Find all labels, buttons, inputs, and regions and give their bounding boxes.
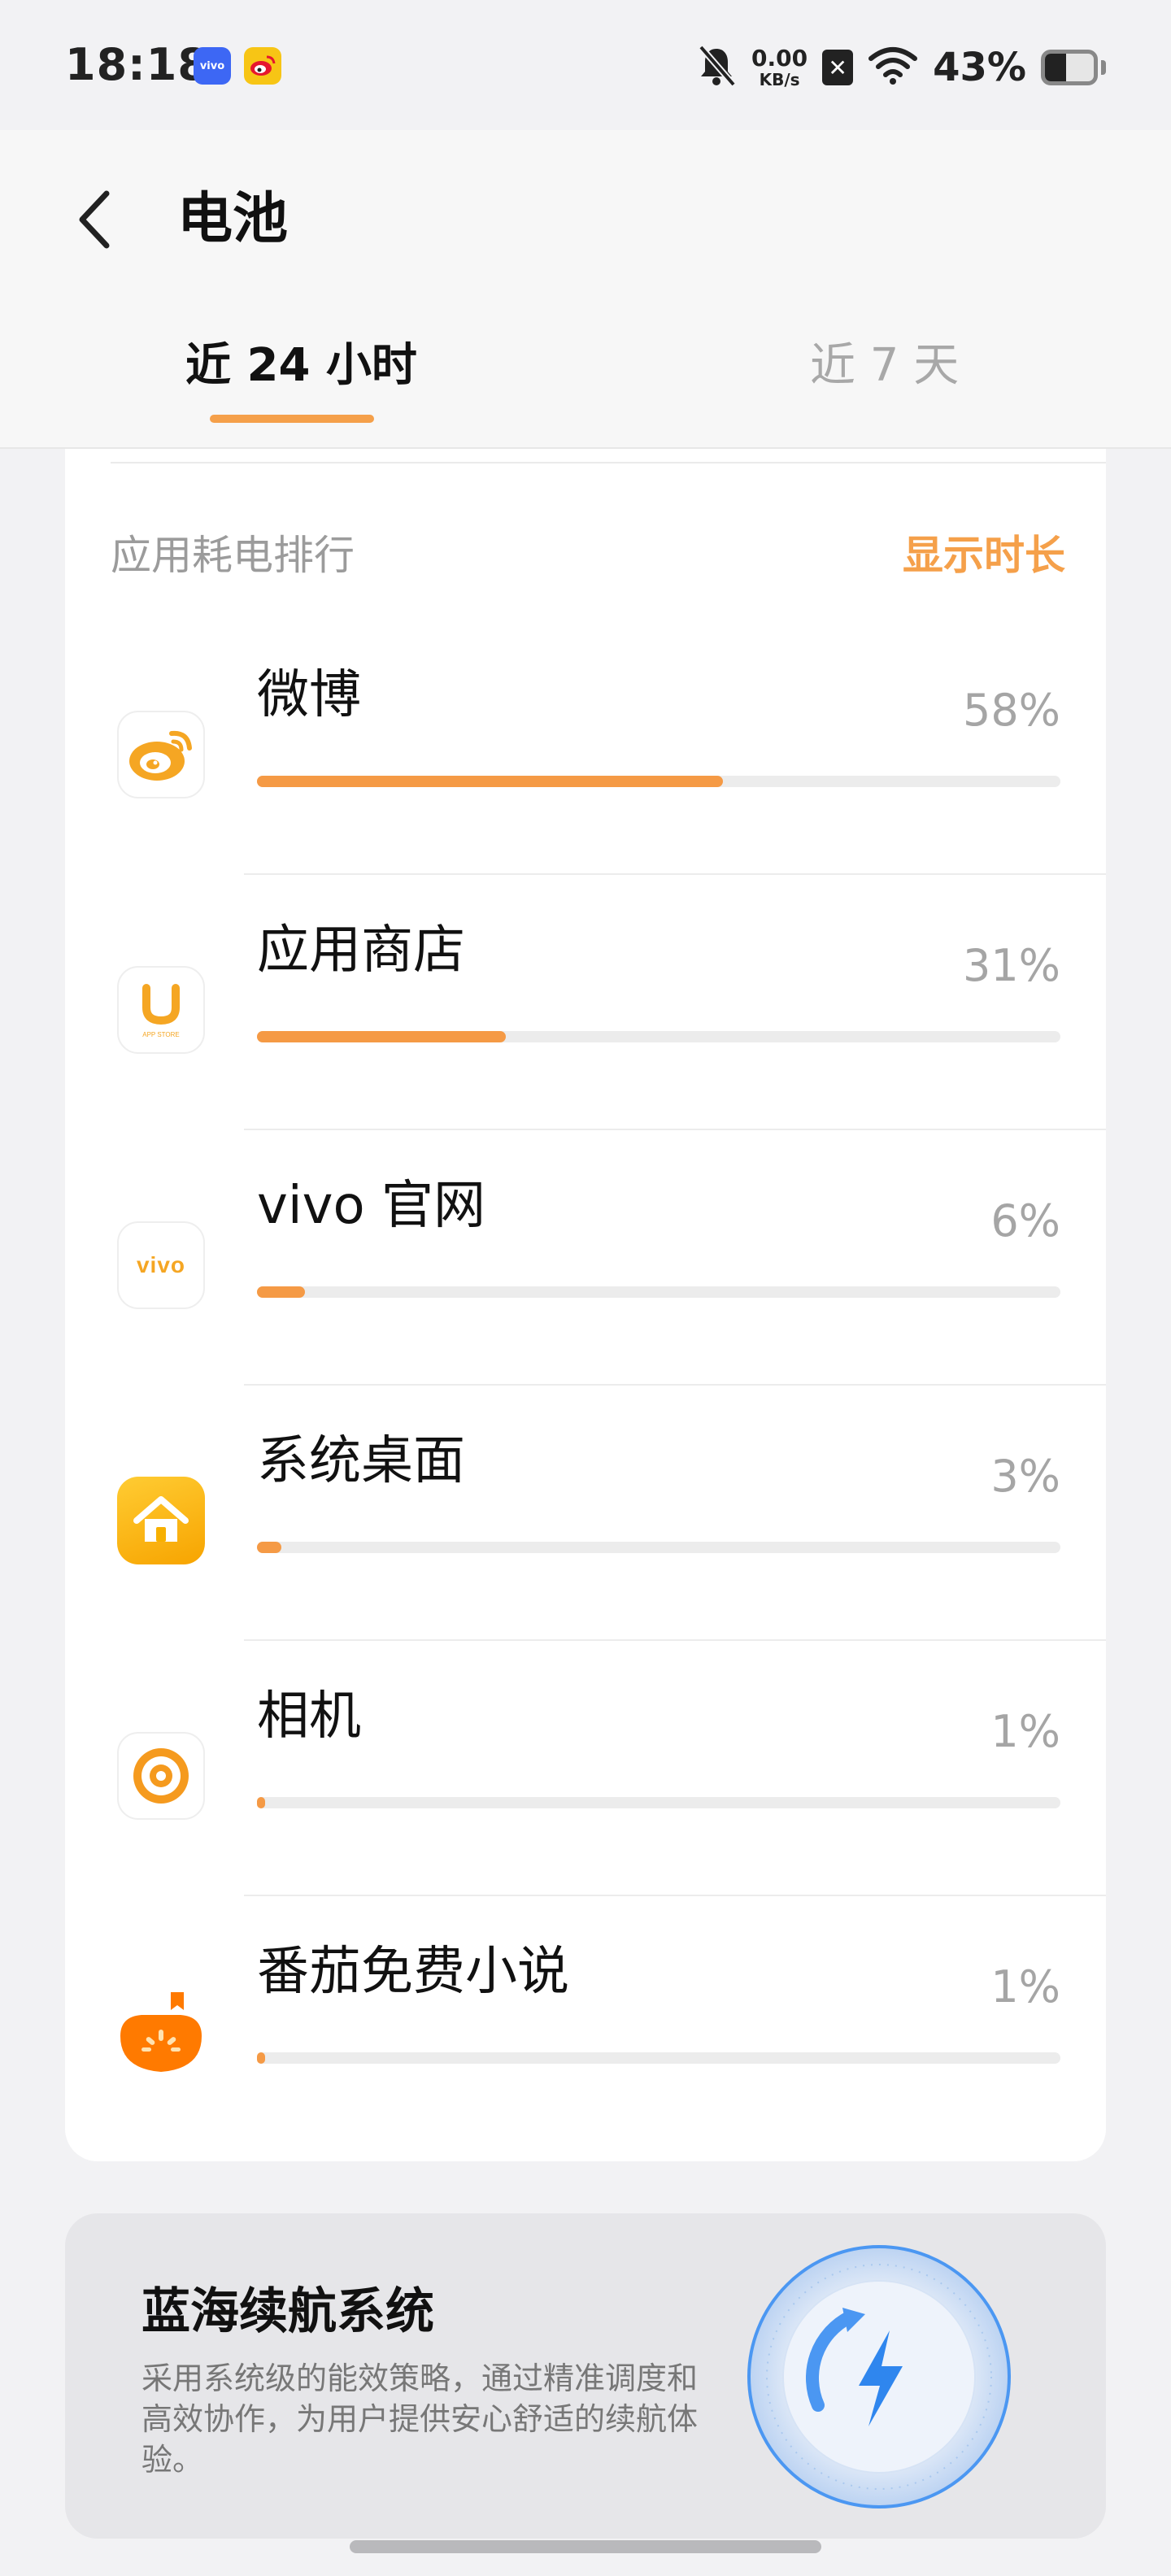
status-icons: 0.00 KB/s ✕ 43%	[696, 39, 1106, 96]
battery-icon	[1041, 50, 1098, 85]
usage-bar-fill	[257, 2052, 265, 2064]
battery-cap	[1101, 60, 1106, 75]
app-name: 番茄免费小说	[257, 1942, 569, 2002]
usage-bar-fill	[257, 1797, 265, 1808]
tab-24-hours[interactable]: 近 24 小时	[185, 333, 417, 398]
usage-bar	[257, 1542, 1060, 1553]
tomato-novel-icon	[117, 1987, 205, 2075]
ranking-title: 应用耗电排行	[111, 532, 355, 579]
vivo-notification-label: vivo	[199, 59, 225, 72]
usage-bar	[257, 1797, 1060, 1808]
home-icon	[117, 1477, 205, 1564]
promo-description: 采用系统级的能效策略，通过精准调度和高效协作，为用户提供安心舒适的续航体验。	[141, 2361, 699, 2478]
app-store-icon: APP STORE	[117, 966, 205, 1054]
page-header: 电池 近 24 小时 近 7 天	[0, 130, 1171, 449]
app-store-icon-text: APP STORE	[142, 1031, 180, 1038]
app-row-camera[interactable]: 相机 1%	[65, 1639, 1106, 1895]
vivo-icon-text: vivo	[136, 1252, 186, 1277]
usage-bar-fill	[257, 1031, 507, 1042]
back-button[interactable]	[62, 179, 127, 260]
vivo-notification-icon: vivo	[194, 47, 231, 85]
app-name: 微博	[257, 665, 361, 725]
app-name: vivo 官网	[257, 1176, 486, 1236]
network-speed: 0.00 KB/s	[751, 45, 808, 89]
app-percent: 3%	[990, 1451, 1060, 1502]
divider	[111, 462, 1106, 463]
usage-bar-fill	[257, 1542, 281, 1553]
active-tab-indicator	[210, 415, 374, 423]
app-percent: 1%	[990, 1961, 1060, 2012]
app-name: 系统桌面	[257, 1431, 465, 1491]
app-percent: 6%	[990, 1195, 1060, 1247]
usage-bar	[257, 1031, 1060, 1042]
promo-title: 蓝海续航系统	[141, 2283, 434, 2340]
app-row-system-launcher[interactable]: 系统桌面 3%	[65, 1384, 1106, 1639]
usage-bar	[257, 1286, 1060, 1298]
status-bar: 18:18 vivo 0.00 KB/s ✕ 43%	[0, 0, 1171, 130]
divider	[244, 1895, 1106, 1896]
wifi-icon	[868, 46, 918, 89]
weibo-notification-icon	[244, 47, 281, 85]
battery-percent: 43%	[933, 45, 1026, 90]
usage-bar	[257, 2052, 1060, 2064]
network-speed-value: 0.00	[751, 45, 808, 72]
app-name: 应用商店	[257, 920, 465, 981]
show-duration-button[interactable]: 显示时长	[903, 527, 1065, 584]
divider	[244, 1639, 1106, 1641]
mute-bell-icon	[696, 44, 737, 91]
blue-ocean-battery-card[interactable]: 蓝海续航系统 采用系统级的能效策略，通过精准调度和高效协作，为用户提供安心舒适的…	[65, 2213, 1106, 2539]
app-row-weibo[interactable]: 微博 58%	[65, 618, 1106, 873]
no-sim-icon: ✕	[822, 50, 854, 85]
divider	[244, 1129, 1106, 1130]
vivo-icon: vivo	[117, 1221, 205, 1309]
page-title: 电池	[177, 187, 289, 251]
usage-bar	[257, 776, 1060, 787]
app-row-vivo-website[interactable]: vivo vivo 官网 6%	[65, 1129, 1106, 1384]
app-row-tomato-novel[interactable]: 番茄免费小说 1%	[65, 1895, 1106, 2150]
app-name: 相机	[257, 1686, 361, 1747]
network-speed-unit: KB/s	[759, 70, 800, 89]
app-row-app-store[interactable]: APP STORE 应用商店 31%	[65, 873, 1106, 1129]
app-usage-ranking-card: 应用耗电排行 显示时长 微博 58% APP STORE 应用商店 31% vi…	[65, 449, 1106, 2161]
camera-icon	[117, 1732, 205, 1820]
divider	[244, 1384, 1106, 1386]
usage-bar-fill	[257, 1286, 306, 1298]
weibo-icon	[117, 711, 205, 798]
home-indicator[interactable]	[350, 2540, 821, 2553]
divider	[244, 873, 1106, 875]
app-percent: 1%	[990, 1706, 1060, 1757]
app-percent: 31%	[962, 940, 1060, 991]
tab-7-days[interactable]: 近 7 天	[810, 333, 959, 398]
chevron-left-icon	[79, 190, 110, 249]
battery-endurance-icon	[745, 2243, 1013, 2511]
status-time: 18:18	[65, 39, 209, 90]
app-percent: 58%	[962, 685, 1060, 736]
usage-bar-fill	[257, 776, 724, 787]
